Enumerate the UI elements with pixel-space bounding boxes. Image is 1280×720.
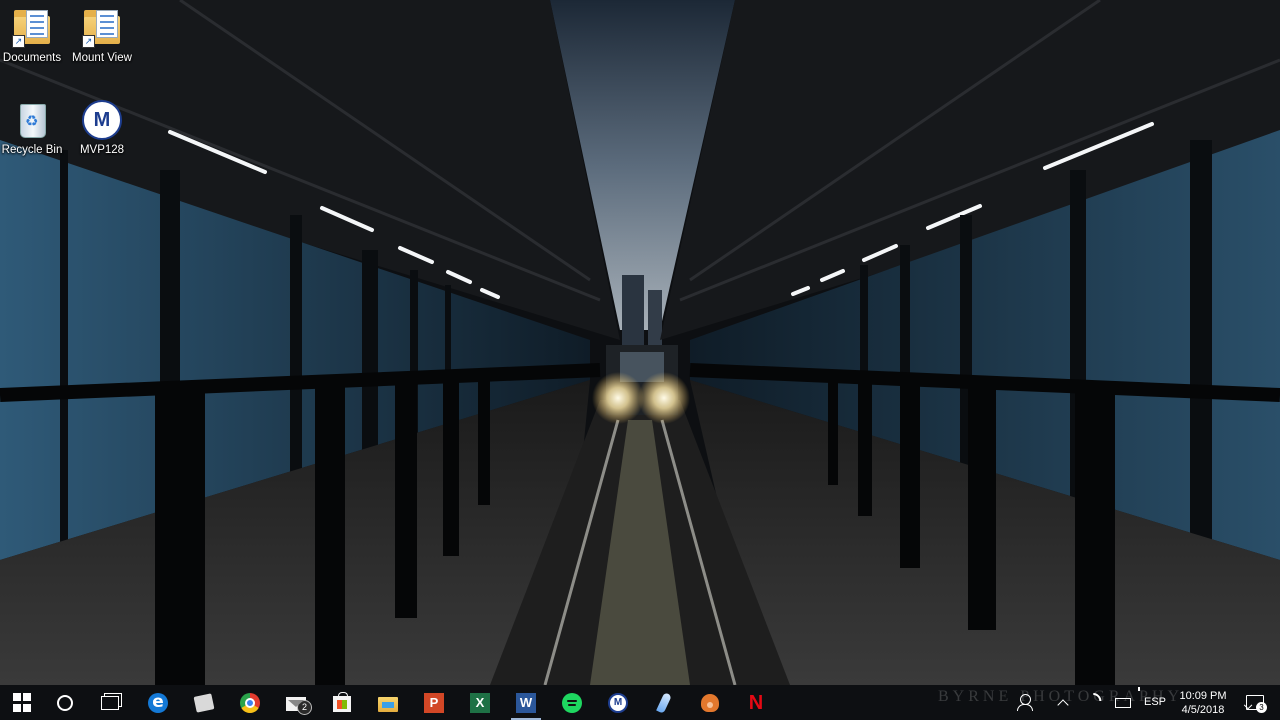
cortana-search-button[interactable] [42, 685, 88, 720]
taskbar-app-snipping-tool[interactable] [181, 685, 227, 720]
fox-icon [701, 693, 719, 712]
taskbar-app-file-explorer[interactable] [365, 685, 411, 720]
school-logo-icon: M [82, 100, 122, 140]
chevron-up-icon [1057, 698, 1069, 711]
school-logo-icon: M [608, 692, 628, 713]
folder-icon [378, 696, 398, 712]
taskbar-app-mail[interactable]: 2 [273, 685, 319, 720]
people-icon [1016, 694, 1033, 711]
people-button[interactable] [1012, 685, 1038, 720]
desktop-icon-label: Recycle Bin [1, 144, 63, 156]
task-view-icon [101, 695, 119, 710]
tool-icon [193, 692, 215, 713]
desktop-icon-label: Documents [2, 52, 62, 64]
windows-logo-icon [13, 692, 33, 713]
show-hidden-icons-button[interactable] [1050, 685, 1076, 720]
taskbar-app-edge[interactable]: e [135, 685, 181, 720]
taskbar-app-store[interactable] [319, 685, 365, 720]
folder-icon: ↗ [82, 8, 122, 48]
start-button[interactable] [0, 685, 46, 720]
taskbar: e 2 P X W M N ESP 10:09 PM 4/5/2018 3 [0, 685, 1280, 720]
taskbar-app-school[interactable]: M [595, 685, 641, 720]
battery-icon [1115, 697, 1131, 708]
notification-count-badge: 3 [1256, 702, 1267, 713]
edge-icon: e [148, 692, 168, 713]
clock-time: 10:09 PM [1179, 689, 1227, 702]
taskbar-app-feather[interactable] [641, 685, 687, 720]
desktop-wallpaper [0, 0, 1280, 685]
cortana-circle-icon [57, 694, 73, 711]
documents-folder-icon: ↗ [12, 8, 52, 48]
desktop-icon-mount-view[interactable]: ↗ Mount View [66, 8, 138, 64]
excel-icon: X [470, 692, 490, 713]
taskbar-app-spotify[interactable] [549, 685, 595, 720]
taskbar-app-word[interactable]: W [503, 685, 549, 720]
network-button[interactable] [1082, 685, 1108, 720]
taskbar-app-chrome[interactable] [227, 685, 273, 720]
desktop-icon-label: MVP128 [79, 144, 125, 156]
word-icon: W [516, 692, 536, 713]
netflix-icon: N [748, 691, 764, 714]
taskbar-app-powerpoint[interactable]: P [411, 685, 457, 720]
desktop-icon-documents[interactable]: ↗ Documents [0, 8, 68, 64]
feather-icon [656, 691, 672, 714]
chrome-icon [240, 692, 260, 713]
taskbar-app-fox[interactable] [687, 685, 733, 720]
battery-button[interactable] [1110, 685, 1136, 720]
powerpoint-icon: P [424, 692, 444, 713]
store-icon [333, 692, 351, 712]
wifi-icon [1087, 695, 1103, 711]
desktop-icon-label: Mount View [72, 52, 132, 64]
recycle-bin-icon [12, 100, 52, 140]
spotify-icon [562, 692, 582, 713]
clock-date: 4/5/2018 [1181, 703, 1225, 716]
taskbar-app-netflix[interactable]: N [733, 685, 779, 720]
task-view-button[interactable] [87, 685, 133, 720]
notification-icon: 3 [1246, 695, 1267, 713]
action-center-button[interactable]: 3 [1240, 685, 1270, 720]
mail-unread-badge: 2 [297, 700, 312, 715]
clock-button[interactable]: 10:09 PM 4/5/2018 [1172, 685, 1234, 720]
input-language-button[interactable]: ESP [1140, 685, 1170, 720]
mail-icon: 2 [286, 697, 312, 715]
desktop-icon-mvp128[interactable]: M MVP128 [66, 100, 138, 156]
taskbar-app-excel[interactable]: X [457, 685, 503, 720]
desktop-icon-recycle-bin[interactable]: Recycle Bin [0, 100, 68, 156]
